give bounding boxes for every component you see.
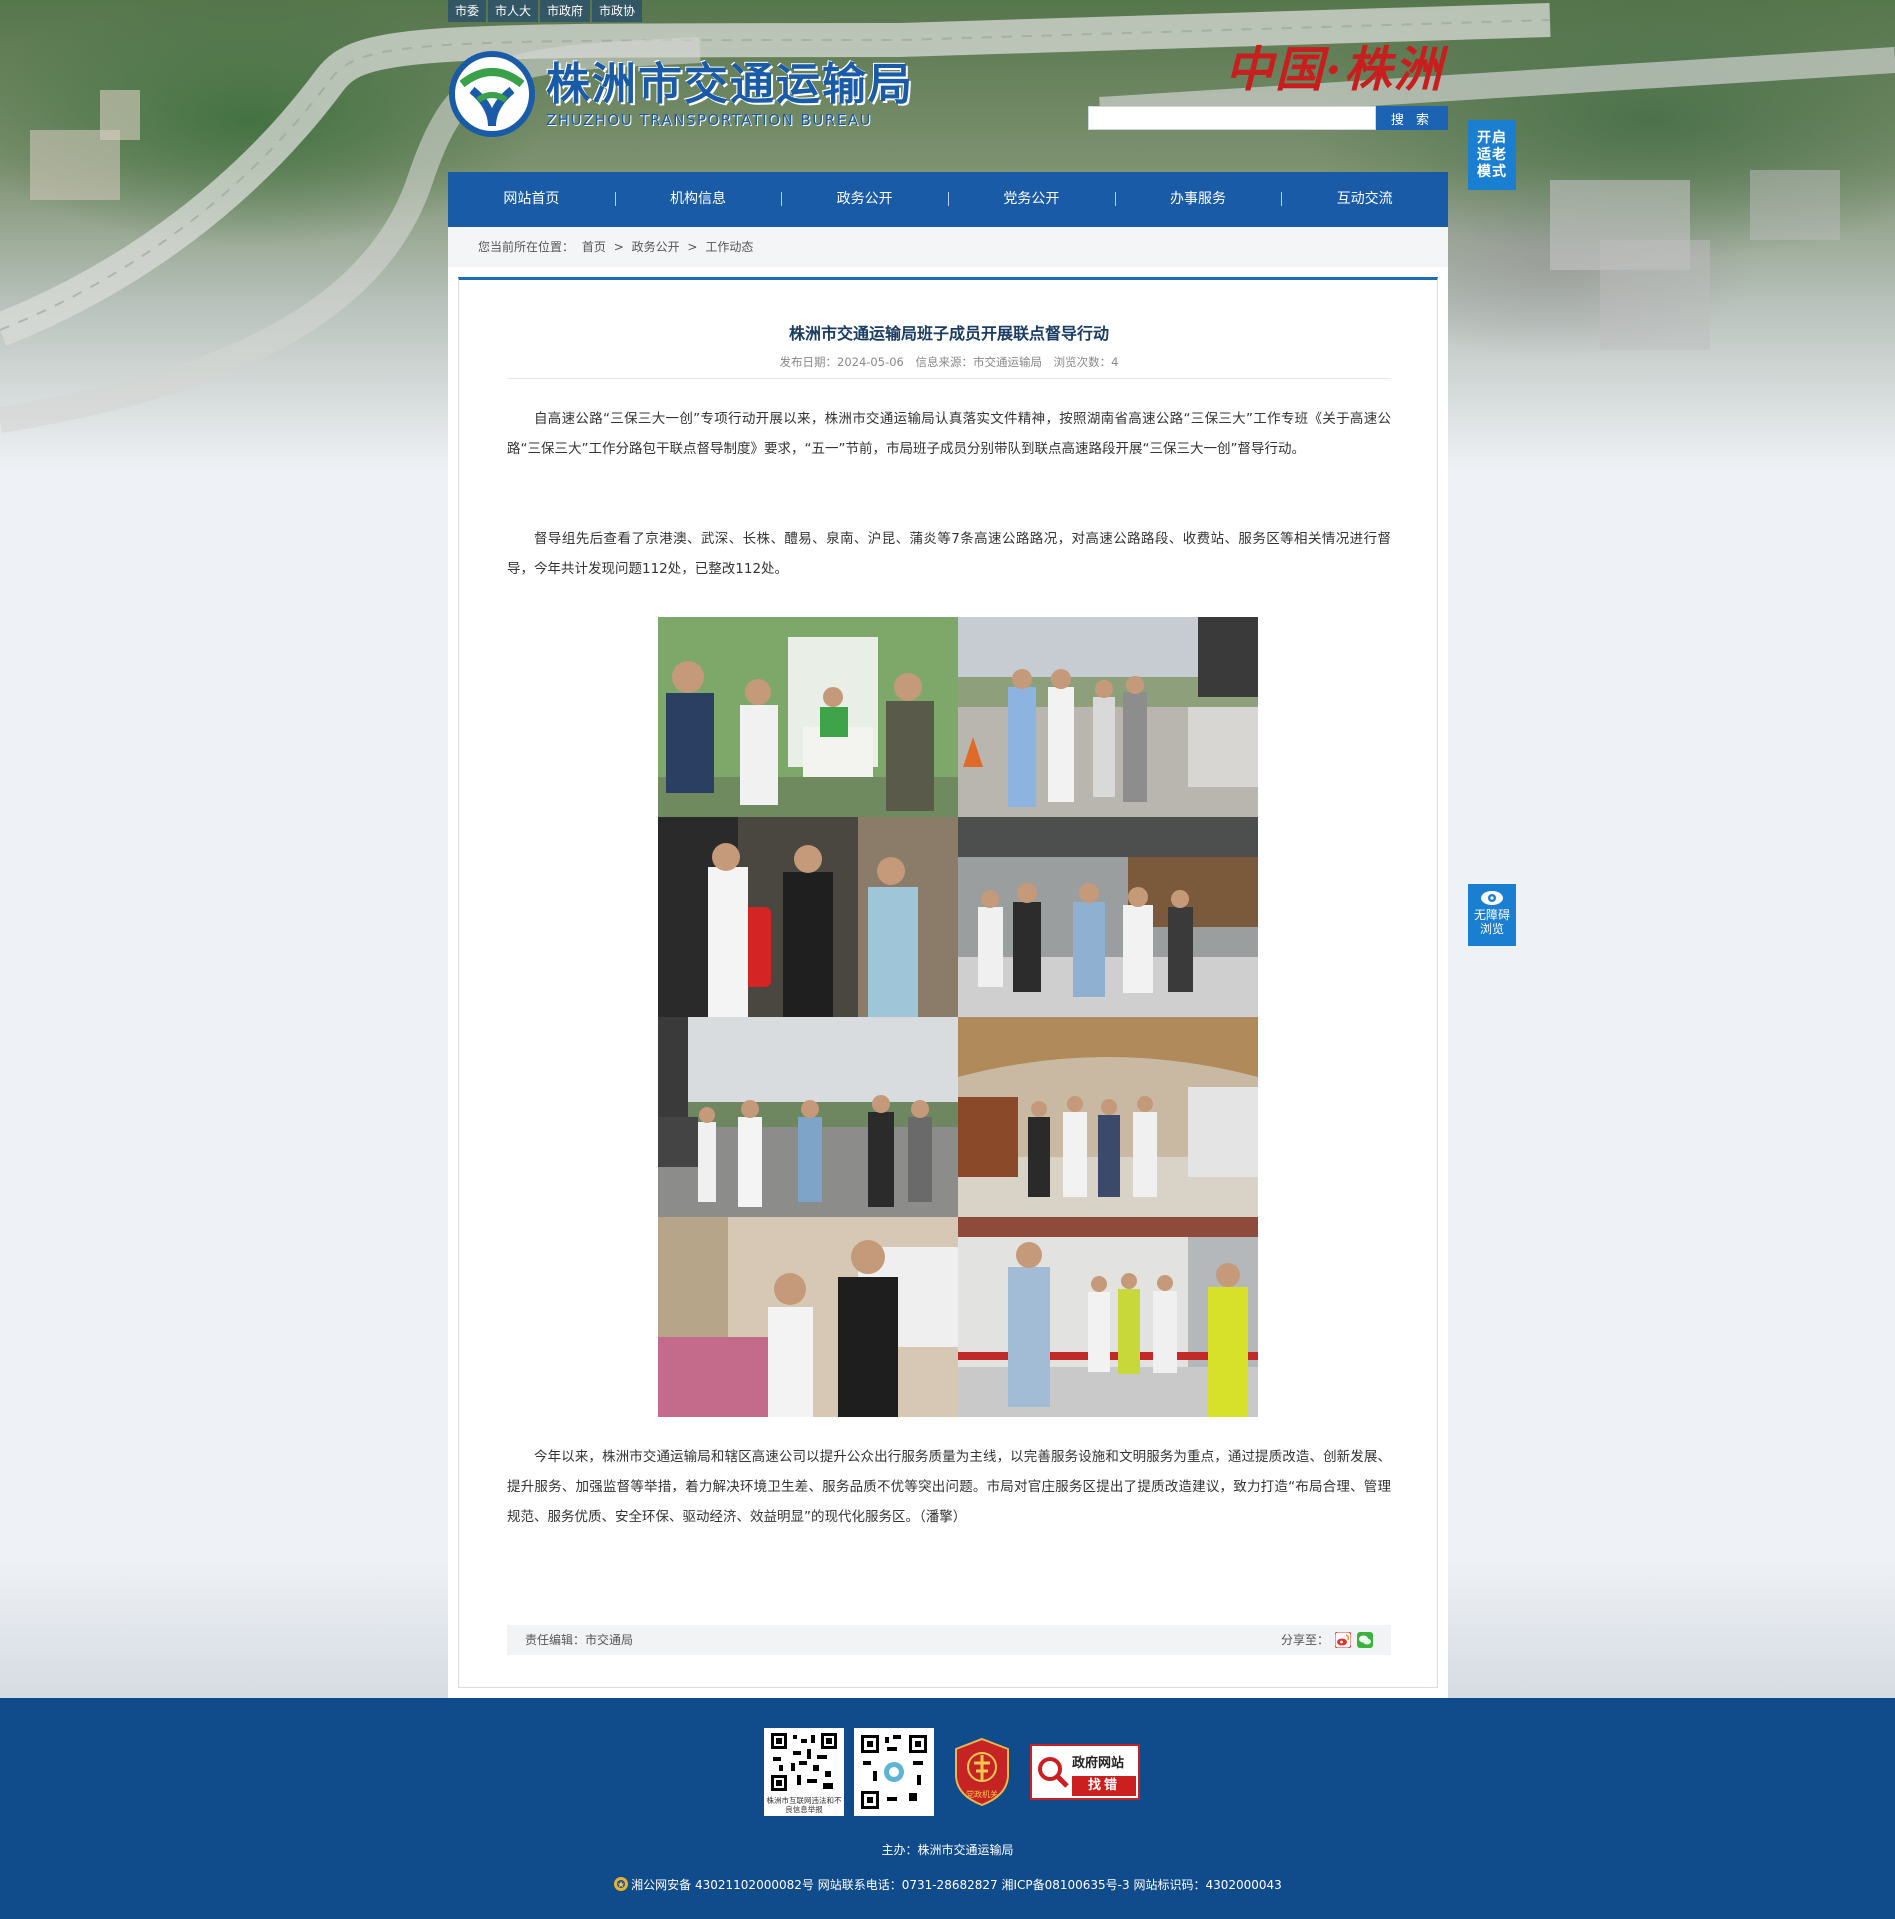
accessibility-button[interactable]: 无障碍浏览 [1468,884,1516,946]
bureau-emblem-icon [449,51,535,137]
breadcrumb: 您当前所在位置： 首页 > 政务公开 > 工作动态 [448,227,1448,267]
site-logo[interactable]: 株洲市交通运输局 ZHUZHOU TRANSPORTATION BUREAU [448,50,914,138]
view-count: 浏览次数：4 [1053,355,1119,369]
footer-badges: 株洲市互联网违法和不良信息举报 党政机关 政府网站 找错 [764,1728,1140,1816]
toplink-cppcc[interactable]: 市政协 [592,0,643,22]
title-divider [507,378,1391,379]
photo-parking-area [658,1017,958,1217]
party-government-badge-icon[interactable]: 党政机关 [952,1737,1012,1807]
elder-mode-button[interactable]: 开启适老模式 [1468,120,1516,190]
nav-home[interactable]: 网站首页 [448,172,615,227]
photo-outdoor-plaza [958,617,1258,817]
nav-government-affairs[interactable]: 政务公开 [781,172,948,227]
registration-text: 湘公网安备 43021102000082号 网站联系电话：0731-286828… [631,1878,1282,1892]
breadcrumb-prefix: 您当前所在位置： [478,240,575,254]
qr-code-icon [767,1731,841,1793]
wechat-share-icon[interactable] [1357,1632,1373,1648]
main-navigation: 网站首页 机构信息 政务公开 党务公开 办事服务 互动交流 [448,172,1448,227]
article-paragraph-3: 今年以来，株洲市交通运输局和辖区高速公司以提升公众出行服务质量为主线，以完善服务… [507,1449,1391,1525]
search-bar: 搜 索 [1088,106,1448,130]
party-badge-label: 党政机关 [966,1789,998,1799]
eye-icon [1481,891,1503,905]
gov-error-action: 找错 [1072,1776,1136,1796]
inspection-photo-collage [658,617,1258,1417]
nav-party-affairs[interactable]: 党务公开 [948,172,1115,227]
photo-service-counter [658,617,958,817]
article-paragraph-2: 督导组先后查看了京港澳、武深、长株、醴易、泉南、沪昆、蒲炎等7条高速公路路况，对… [507,531,1391,577]
photo-store-inspection [658,1217,958,1417]
wechat-qr-code[interactable] [854,1728,934,1816]
info-source: 信息来源：市交通运输局 [915,355,1043,369]
site-title-en: ZHUZHOU TRANSPORTATION BUREAU [546,111,872,129]
report-qr-code[interactable]: 株洲市互联网违法和不良信息举报 [764,1728,844,1816]
content-panel: 株洲市交通运输局班子成员开展联点督导行动 发布日期：2024-05-06 信息来… [448,267,1448,1698]
article: 株洲市交通运输局班子成员开展联点督导行动 发布日期：2024-05-06 信息来… [458,277,1438,1688]
gov-error-label: 政府网站 [1072,1756,1125,1771]
search-button[interactable]: 搜 索 [1376,106,1448,130]
photo-food-court [958,1017,1258,1217]
article-title: 株洲市交通运输局班子成员开展联点督导行动 [788,324,1109,343]
nav-services[interactable]: 办事服务 [1114,172,1282,227]
magnifier-icon [1038,1757,1069,1788]
breadcrumb-separator: > [613,240,624,254]
article-footer-bar: 责任编辑：市交通局 分享至： [507,1625,1391,1655]
footer-host: 主办：株洲市交通运输局 [881,1843,1014,1857]
breadcrumb-separator: > [687,240,698,254]
article-paragraph-1: 自高速公路“三保三大一创”专项行动开展以来，株洲市交通运输局认真落实文件精神，按… [507,411,1391,457]
breadcrumb-home[interactable]: 首页 [582,240,606,254]
breadcrumb-gov-affairs[interactable]: 政务公开 [632,240,680,254]
responsible-editor: 责任编辑：市交通局 [525,1633,634,1647]
top-links: 市委 市人大 市政府 市政协 [448,0,644,22]
site-footer: 株洲市互联网违法和不良信息举报 党政机关 政府网站 找错 主办：株洲市交通运输局… [0,1698,1895,1919]
site-title-cn: 株洲市交通运输局 [546,59,914,110]
breadcrumb-work-news[interactable]: 工作动态 [705,240,753,254]
toplink-party-committee[interactable]: 市委 [448,0,487,22]
china-zhuzhou-calligraphy: 中国·株洲 [1225,42,1444,98]
qr-code-icon [857,1731,931,1813]
accessibility-label: 无障碍浏览 [1473,908,1510,936]
article-meta: 发布日期：2024-05-06 信息来源：市交通运输局 浏览次数：4 [459,354,1439,370]
gov-site-error-report[interactable]: 政府网站 找错 [1030,1744,1140,1800]
photo-service-hall-group [958,817,1258,1017]
nav-interaction[interactable]: 互动交流 [1281,172,1448,227]
toplink-government[interactable]: 市政府 [540,0,591,22]
police-badge-icon [614,1877,629,1891]
toplink-npc[interactable]: 市人大 [488,0,539,22]
photo-toll-station [958,1217,1258,1417]
share-group: 分享至： [1281,1625,1373,1655]
publish-date: 发布日期：2024-05-06 [779,355,904,369]
footer-registration: 湘公网安备 43021102000082号 网站联系电话：0731-286828… [0,1876,1895,1893]
nav-institution-info[interactable]: 机构信息 [614,172,782,227]
photo-fire-extinguisher-check [658,817,958,1017]
elder-mode-label: 开启适老模式 [1477,130,1507,180]
share-label: 分享至： [1280,1633,1329,1647]
qr-caption: 株洲市互联网违法和不良信息举报 [766,1796,842,1814]
weibo-share-icon[interactable] [1335,1632,1351,1648]
search-input[interactable] [1088,106,1376,130]
